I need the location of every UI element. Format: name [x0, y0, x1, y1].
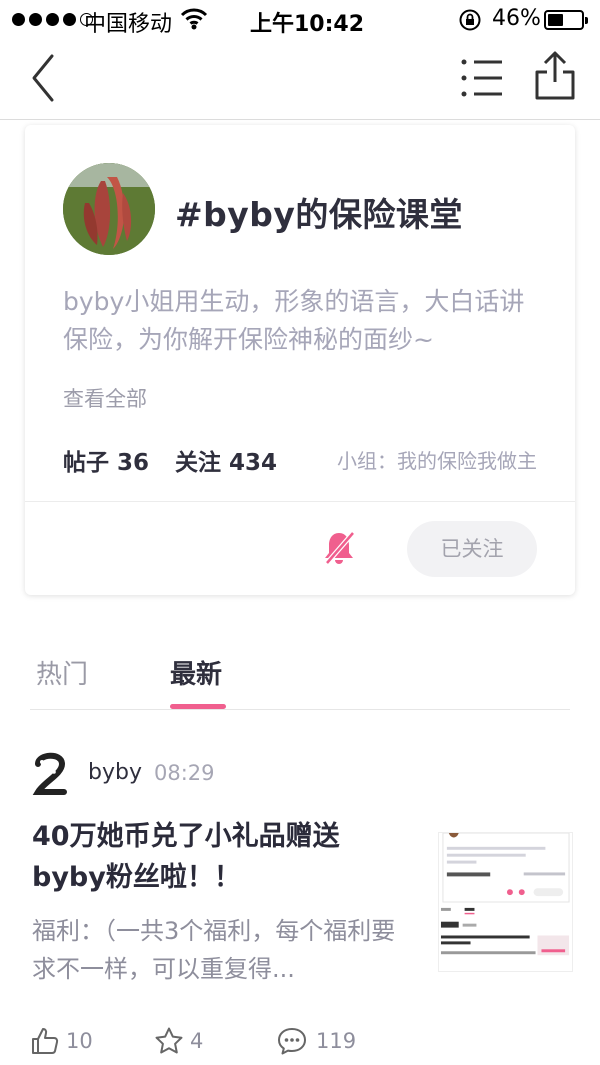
- comment-icon: [278, 1028, 306, 1055]
- post-excerpt: 福利：（一共3个福利，每个福利要求不一样，可以重复得...: [32, 917, 396, 983]
- see-all-link[interactable]: 查看全部: [63, 383, 147, 413]
- share-button[interactable]: [532, 50, 578, 102]
- status-bar: 中国移动 上午10:42 46%: [0, 0, 600, 40]
- post-thumbnail[interactable]: [438, 832, 573, 972]
- menu-button[interactable]: [458, 56, 506, 100]
- follow-count: 关注 434: [175, 450, 278, 476]
- tab-bar: 热门 最新: [30, 640, 570, 710]
- thumbs-up-icon: [32, 1028, 59, 1054]
- topic-avatar: [63, 163, 155, 255]
- topic-title: #byby的保险课堂: [175, 195, 463, 234]
- post-actions: 10 4 119: [30, 1022, 530, 1062]
- post-time: 08:29: [154, 761, 215, 785]
- battery-percent: 46%: [492, 6, 541, 31]
- post-item[interactable]: byby 08:29 40万她币兑了小礼品赠送byby粉丝啦！！ 福利：（一共3…: [0, 740, 600, 1065]
- author-avatar[interactable]: [32, 752, 68, 798]
- wifi-icon: [180, 8, 208, 30]
- active-tab-indicator: [170, 704, 226, 709]
- divider: [25, 501, 575, 502]
- topic-card: #byby的保险课堂 byby小姐用生动，形象的语言，大白话讲保险，为你解开保险…: [25, 125, 575, 595]
- favorite-count: 4: [190, 1029, 204, 1053]
- star-icon: [155, 1027, 183, 1054]
- carrier-name: 中国移动: [84, 12, 173, 37]
- signal-strength-icon: [12, 13, 93, 26]
- follow-button[interactable]: 已关注: [407, 521, 537, 577]
- post-count: 帖子 36: [63, 450, 150, 476]
- post-title[interactable]: 40万她币兑了小礼品赠送byby粉丝啦！！: [32, 816, 412, 898]
- tab-latest[interactable]: 最新: [170, 654, 222, 691]
- back-button[interactable]: [26, 52, 66, 104]
- clock: 上午10:42: [250, 12, 365, 37]
- topic-stats: 帖子 36 关注 434: [63, 443, 295, 477]
- bell-off-icon[interactable]: [321, 529, 357, 567]
- battery-icon: [544, 10, 588, 30]
- nav-bar: [0, 40, 600, 120]
- like-count: 10: [66, 1029, 93, 1053]
- comment-count: 119: [316, 1029, 357, 1053]
- author-name[interactable]: byby: [88, 760, 142, 785]
- tab-hot[interactable]: 热门: [36, 654, 88, 691]
- topic-description: byby小姐用生动，形象的语言，大白话讲保险，为你解开保险神秘的面纱~: [63, 287, 525, 354]
- group-link[interactable]: 小组：我的保险我做主: [337, 445, 537, 474]
- rotation-lock-icon: [459, 9, 481, 31]
